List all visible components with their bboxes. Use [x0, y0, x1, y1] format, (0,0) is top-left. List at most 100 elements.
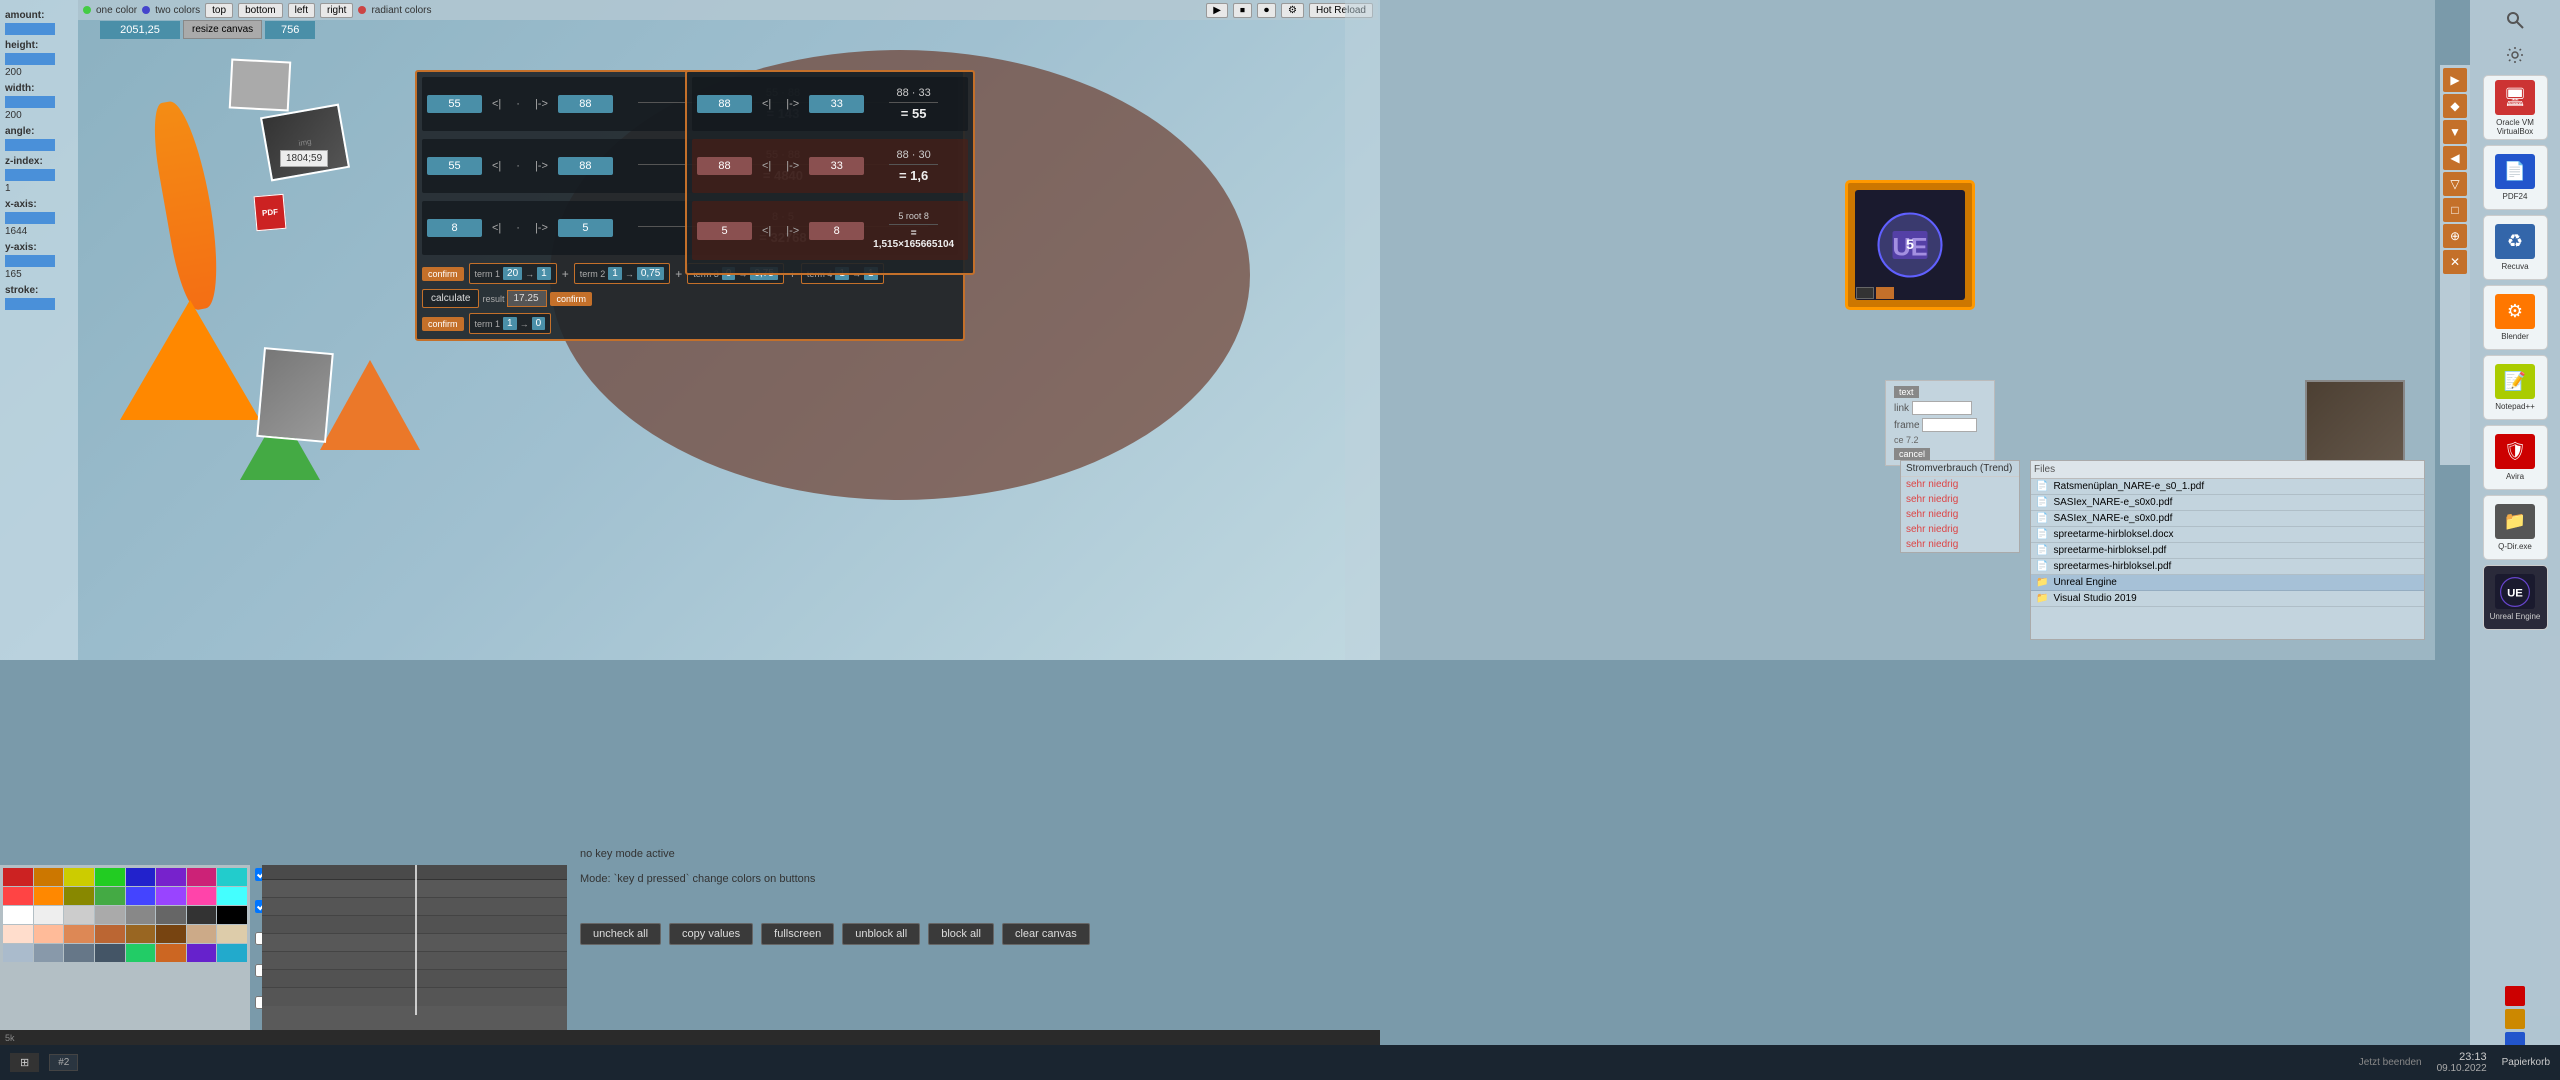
left-btn[interactable]: left — [288, 3, 315, 18]
color-burnt[interactable] — [156, 944, 186, 962]
calc-input-r2a[interactable] — [697, 157, 752, 175]
calc-input-r3a[interactable] — [697, 222, 752, 240]
icon-btn-rec[interactable]: ⏺ — [1257, 3, 1276, 18]
color-purple[interactable] — [156, 868, 186, 886]
top-btn[interactable]: top — [205, 3, 233, 18]
tray-icon-2[interactable] — [2505, 1009, 2525, 1029]
color-skin3[interactable] — [64, 925, 94, 943]
icon-btn-settings[interactable]: ⚙ — [1281, 3, 1304, 18]
calculate-btn[interactable]: calculate — [422, 289, 479, 308]
color-green[interactable] — [95, 868, 125, 886]
color-blue[interactable] — [126, 868, 156, 886]
side-tool-7[interactable]: ⊕ — [2443, 224, 2467, 248]
color-orange[interactable] — [34, 868, 64, 886]
app-icon-blender[interactable]: ⚙ Blender — [2483, 285, 2548, 350]
color-verydark[interactable] — [187, 906, 217, 924]
color-tan[interactable] — [187, 925, 217, 943]
color-skin2[interactable] — [34, 925, 64, 943]
file-item-7[interactable]: 📁 Unreal Engine — [2031, 575, 2424, 591]
side-tool-3[interactable]: ▼ — [2443, 120, 2467, 144]
color-hot-pink[interactable] — [187, 887, 217, 905]
calc-input-r3b[interactable] — [809, 222, 864, 240]
copy-values-btn[interactable]: copy values — [669, 923, 753, 945]
app-icon-unreal[interactable]: UE Unreal Engine — [2483, 565, 2548, 630]
color-pink[interactable] — [187, 868, 217, 886]
block-all-btn[interactable]: block all — [928, 923, 994, 945]
color-brown1[interactable] — [126, 925, 156, 943]
fullscreen-btn[interactable]: fullscreen — [761, 923, 834, 945]
canvas-input-1[interactable] — [100, 21, 180, 39]
calc-input-3a[interactable] — [427, 219, 482, 237]
text-btn[interactable]: text — [1894, 386, 1919, 398]
frame-input[interactable] — [1922, 418, 1977, 432]
app-icon-pdf24[interactable]: 📄 PDF24 — [2483, 145, 2548, 210]
color-white[interactable] — [3, 906, 33, 924]
calc-input-r2b[interactable] — [809, 157, 864, 175]
icon-btn-play[interactable]: ▶ — [1206, 3, 1228, 18]
side-tool-8[interactable]: ✕ — [2443, 250, 2467, 274]
icon-btn-stop[interactable]: ⏹ — [1233, 3, 1252, 18]
color-bright-blue[interactable] — [126, 887, 156, 905]
search-icon[interactable] — [2500, 5, 2530, 35]
file-item-8[interactable]: 📁 Visual Studio 2019 — [2031, 591, 2424, 607]
color-steel1[interactable] — [3, 944, 33, 962]
file-list-panel[interactable]: Files 📄 Ratsmenüplan_NARE-e_s0_1.pdf 📄 S… — [2030, 460, 2425, 640]
side-tool-4[interactable]: ◀ — [2443, 146, 2467, 170]
color-lightgrey[interactable] — [64, 906, 94, 924]
color-nearwhite[interactable] — [34, 906, 64, 924]
uncheck-all-btn[interactable]: uncheck all — [580, 923, 661, 945]
confirm-btn-2[interactable]: confirm — [550, 292, 592, 306]
color-skin1[interactable] — [3, 925, 33, 943]
bottom-btn[interactable]: bottom — [238, 3, 283, 18]
right-btn[interactable]: right — [320, 3, 353, 18]
color-cream[interactable] — [217, 925, 247, 943]
color-steel2[interactable] — [34, 944, 64, 962]
side-tool-2[interactable]: ◆ — [2443, 94, 2467, 118]
taskbar-start-btn[interactable]: ⊞ — [10, 1053, 39, 1072]
calc-input-3b[interactable] — [558, 219, 613, 237]
color-red[interactable] — [3, 868, 33, 886]
calc-input-2b[interactable] — [558, 157, 613, 175]
settings-icon[interactable] — [2500, 40, 2530, 70]
link-input[interactable] — [1912, 401, 1972, 415]
calc-input-1a[interactable] — [427, 95, 482, 113]
color-med-green[interactable] — [95, 887, 125, 905]
calc-panel-right[interactable]: <| |-> 88 · 33 = 55 <| |-> 88 · 30 = 1,6 — [685, 70, 975, 275]
color-medgrey[interactable] — [95, 906, 125, 924]
result-input[interactable] — [507, 290, 547, 307]
calc-input-2a[interactable] — [427, 157, 482, 175]
tray-icon-1[interactable] — [2505, 986, 2525, 1006]
color-cyan[interactable] — [217, 868, 247, 886]
file-item-1[interactable]: 📄 Ratsmenüplan_NARE-e_s0_1.pdf — [2031, 479, 2424, 495]
app-icon-notepadpp[interactable]: 📝 Notepad++ — [2483, 355, 2548, 420]
color-darkgrey[interactable] — [156, 906, 186, 924]
color-skin4[interactable] — [95, 925, 125, 943]
color-emerald[interactable] — [126, 944, 156, 962]
side-tool-6[interactable]: □ — [2443, 198, 2467, 222]
taskbar-item-1[interactable]: #2 — [49, 1054, 78, 1071]
canvas-input-2[interactable] — [265, 21, 315, 39]
color-bright-orange[interactable] — [34, 887, 64, 905]
confirm-btn-3[interactable]: confirm — [422, 317, 464, 331]
app-icon-avira[interactable]: 🛡 Avira — [2483, 425, 2548, 490]
side-tool-1[interactable]: ▶ — [2443, 68, 2467, 92]
calc-input-r1b[interactable] — [809, 95, 864, 113]
unblock-all-btn[interactable]: unblock all — [842, 923, 920, 945]
side-tool-5[interactable]: ▽ — [2443, 172, 2467, 196]
color-black[interactable] — [217, 906, 247, 924]
calc-input-r1a[interactable] — [697, 95, 752, 113]
file-item-6[interactable]: 📄 spreetarmes-hirbloksel.pdf — [2031, 559, 2424, 575]
confirm-btn-1[interactable]: confirm — [422, 267, 464, 281]
color-dark-yellow[interactable] — [64, 887, 94, 905]
color-bright-cyan[interactable] — [217, 887, 247, 905]
color-bright-purple[interactable] — [156, 887, 186, 905]
color-grey[interactable] — [126, 906, 156, 924]
file-item-3[interactable]: 📄 SASIex_NARE-e_s0x0.pdf — [2031, 511, 2424, 527]
calc-input-1b[interactable] — [558, 95, 613, 113]
color-yellow[interactable] — [64, 868, 94, 886]
app-icon-oracle[interactable]: 🖥 Oracle VM VirtualBox — [2483, 75, 2548, 140]
clear-canvas-btn[interactable]: clear canvas — [1002, 923, 1090, 945]
file-item-2[interactable]: 📄 SASIex_NARE-e_s0x0.pdf — [2031, 495, 2424, 511]
file-item-5[interactable]: 📄 spreetarme-hirbloksel.pdf — [2031, 543, 2424, 559]
cancel-btn[interactable]: cancel — [1894, 448, 1930, 460]
